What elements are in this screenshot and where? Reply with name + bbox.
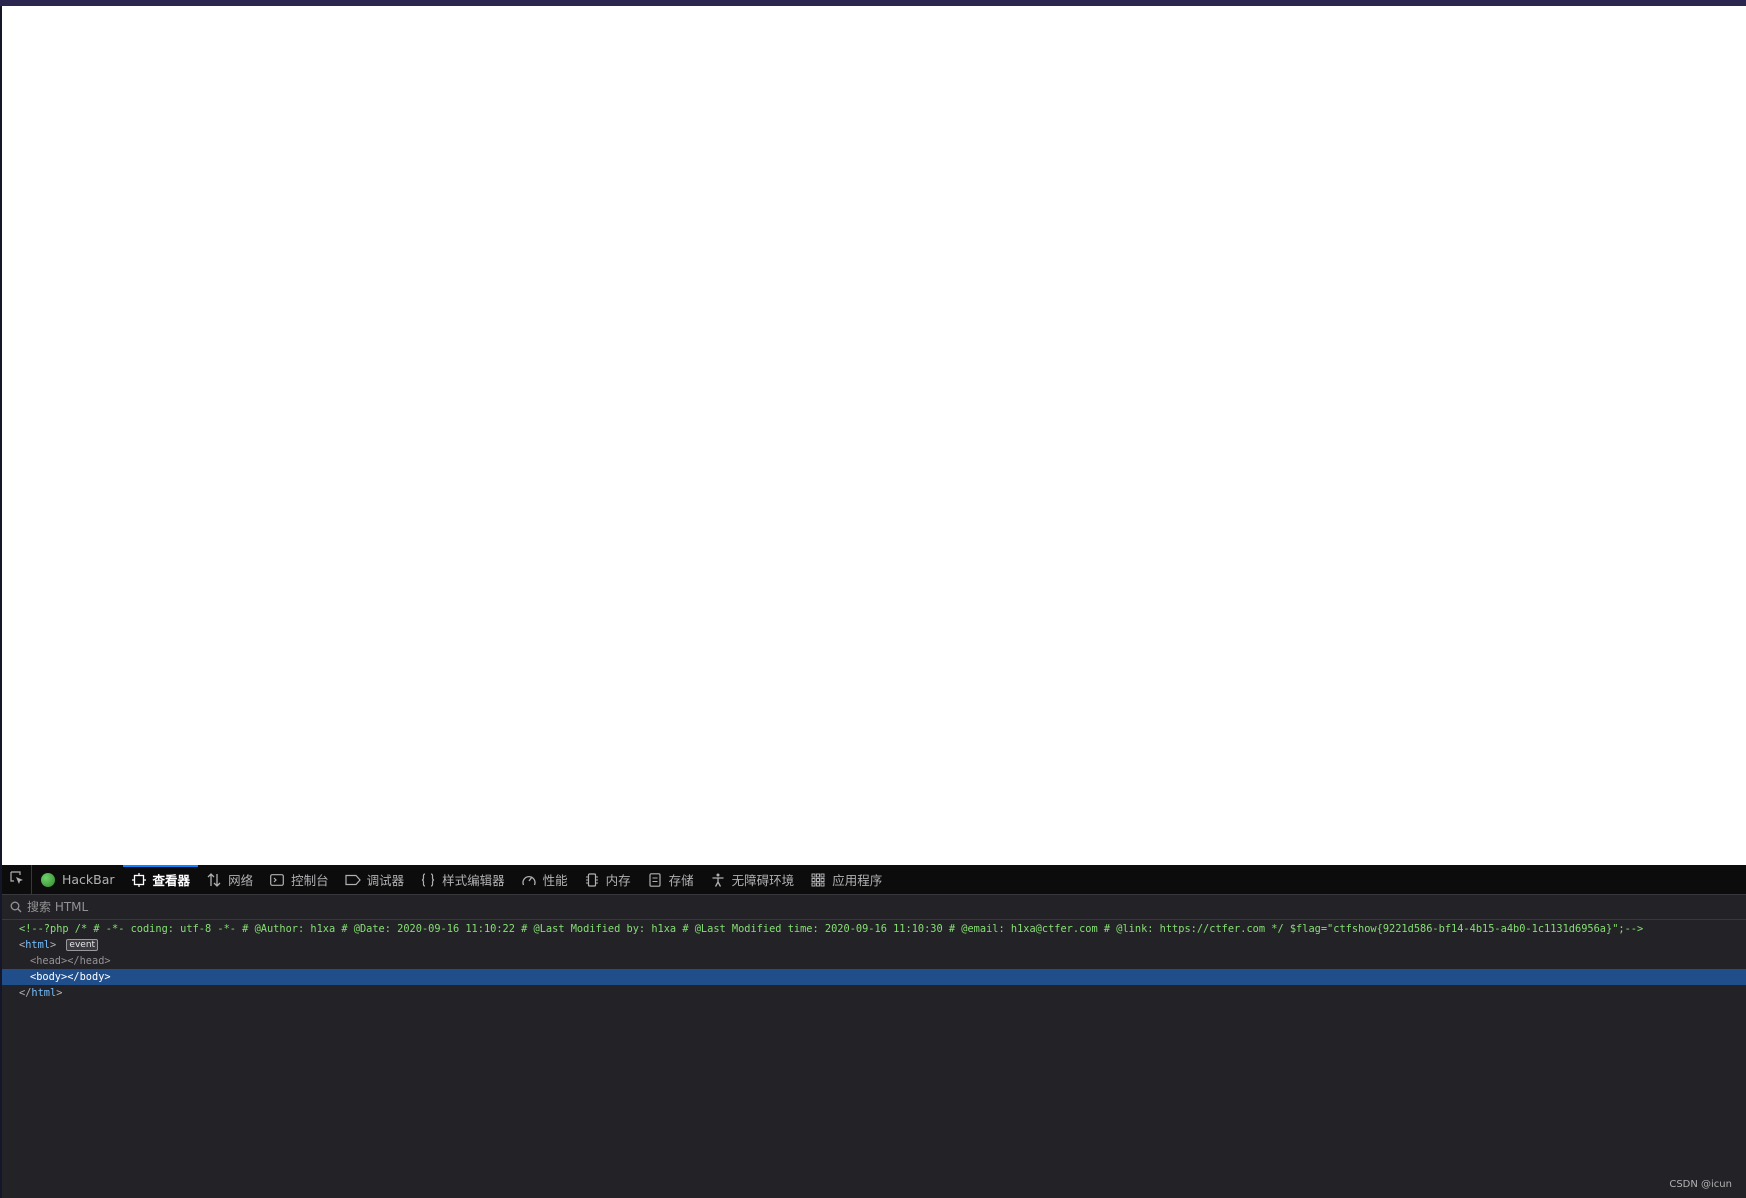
- memory-icon: [584, 872, 600, 888]
- tab-console[interactable]: 控制台: [261, 865, 337, 894]
- tab-accessibility[interactable]: 无障碍环境: [702, 865, 803, 894]
- markup-tree: <!--?php /* # -*- coding: utf-8 -*- # @A…: [2, 921, 1746, 1001]
- body-element: <body></body>: [30, 971, 111, 983]
- tab-hackbar[interactable]: HackBar: [32, 865, 123, 894]
- tab-label: 性能: [542, 873, 568, 888]
- tab-memory[interactable]: 内存: [576, 865, 639, 894]
- browser-window: HackBar 查看器 网络 控制台 调试器 样式编辑器 性能 内存 存储 无障…: [0, 0, 1746, 1198]
- comment-text: <!--?php /* # -*- coding: utf-8 -*- # @A…: [19, 923, 1644, 935]
- search-bar: [2, 895, 1746, 920]
- debugger-icon: [344, 872, 361, 888]
- tab-label: 调试器: [366, 873, 405, 888]
- search-html-input[interactable]: [27, 900, 627, 914]
- performance-icon: [521, 872, 537, 888]
- tab-label: 无障碍环境: [731, 873, 795, 888]
- html-close-tag-name: html: [31, 987, 57, 999]
- tab-storage[interactable]: 存储: [639, 865, 702, 894]
- tab-label: 网络: [228, 873, 254, 888]
- markup-node-html[interactable]: <html> event: [2, 937, 1746, 953]
- style-editor-icon: [420, 872, 436, 888]
- network-icon: [206, 872, 222, 888]
- tab-label: 样式编辑器: [442, 873, 505, 888]
- html-tag-name: html: [25, 939, 51, 951]
- application-icon: [810, 872, 826, 888]
- hackbar-icon: [40, 872, 56, 888]
- tab-application[interactable]: 应用程序: [802, 865, 890, 894]
- watermark: CSDN @icun: [1669, 1179, 1732, 1190]
- tab-inspector[interactable]: 查看器: [122, 865, 199, 894]
- tab-network[interactable]: 网络: [198, 865, 261, 894]
- console-icon: [269, 872, 285, 888]
- markup-node-html-close[interactable]: </html>: [2, 985, 1746, 1001]
- tab-performance[interactable]: 性能: [513, 865, 576, 894]
- tab-label: HackBar: [62, 872, 115, 887]
- tab-style-editor[interactable]: 样式编辑器: [412, 865, 513, 894]
- accessibility-icon: [710, 872, 726, 888]
- tab-label: 内存: [605, 873, 631, 888]
- head-element: <head></head>: [30, 955, 111, 967]
- tab-label: 存储: [668, 873, 694, 888]
- storage-icon: [647, 872, 663, 888]
- devtools-toolbar: HackBar 查看器 网络 控制台 调试器 样式编辑器 性能 内存 存储 无障…: [2, 865, 1746, 895]
- inspector-icon: [131, 872, 147, 888]
- element-picker-icon: [9, 870, 25, 890]
- element-picker-button[interactable]: [2, 865, 32, 894]
- markup-node-comment[interactable]: <!--?php /* # -*- coding: utf-8 -*- # @A…: [2, 921, 1746, 937]
- markup-node-body[interactable]: <body></body>: [2, 969, 1746, 985]
- tab-debugger[interactable]: 调试器: [337, 865, 413, 894]
- tab-label: 控制台: [291, 873, 329, 888]
- tab-label: 应用程序: [832, 873, 883, 888]
- markup-node-head[interactable]: <head></head>: [2, 953, 1746, 969]
- devtools-panel: HackBar 查看器 网络 控制台 调试器 样式编辑器 性能 内存 存储 无障…: [2, 865, 1746, 1198]
- event-badge[interactable]: event: [66, 939, 99, 951]
- search-icon: [9, 900, 23, 914]
- page-viewport[interactable]: [2, 6, 1746, 865]
- tab-label: 查看器: [152, 873, 191, 888]
